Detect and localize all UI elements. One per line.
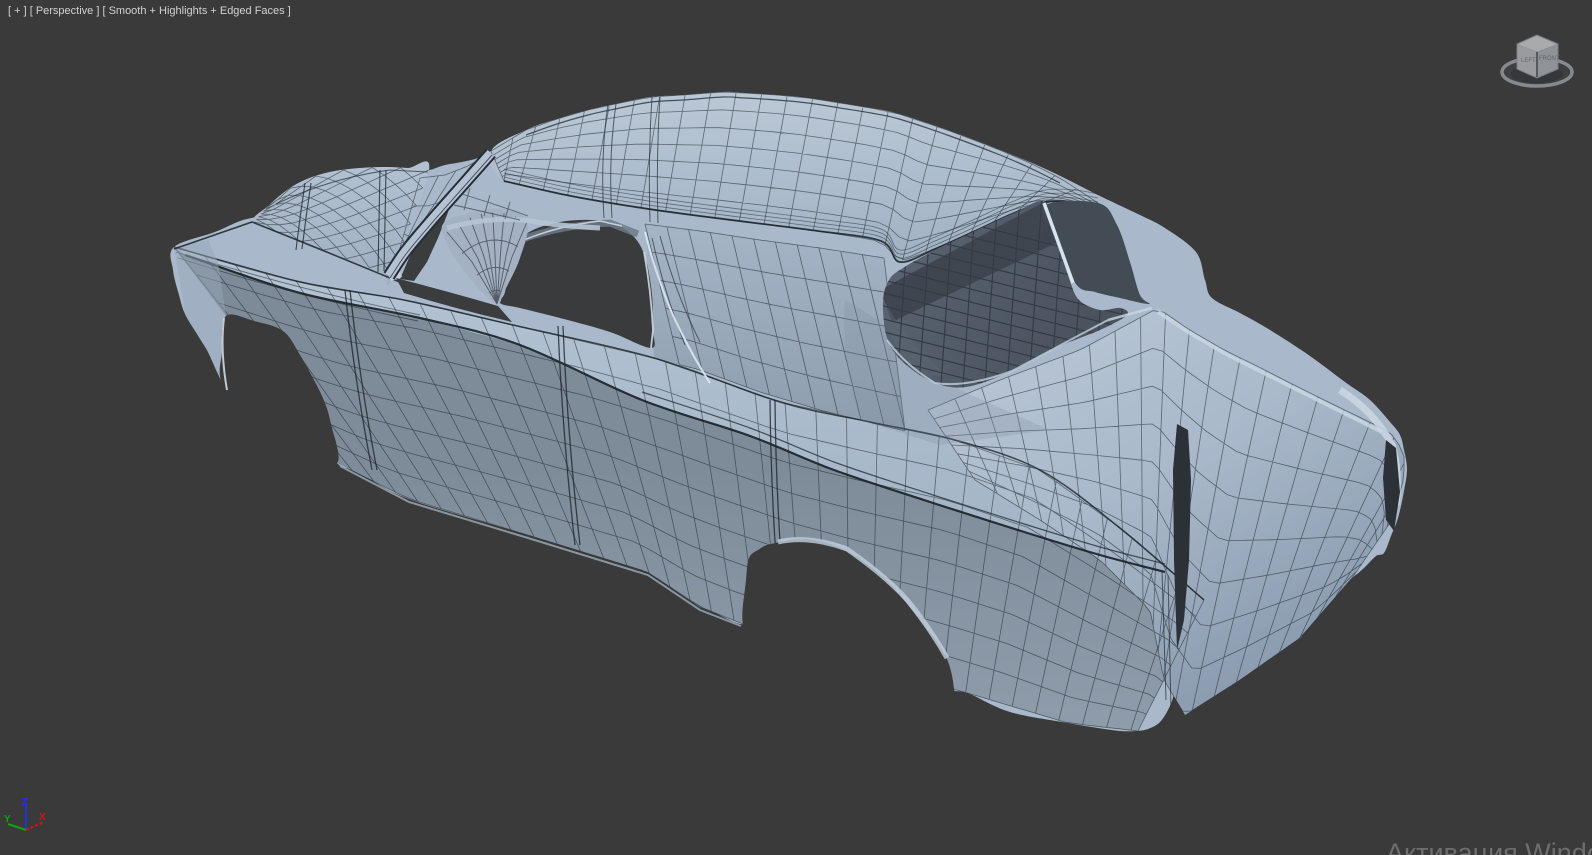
svg-text:LEFT: LEFT [1521,58,1536,64]
svg-text:X: X [39,812,46,823]
svg-text:FRONT: FRONT [1539,56,1560,62]
svg-text:Y: Y [4,814,11,825]
svg-text:Z: Z [22,797,28,808]
